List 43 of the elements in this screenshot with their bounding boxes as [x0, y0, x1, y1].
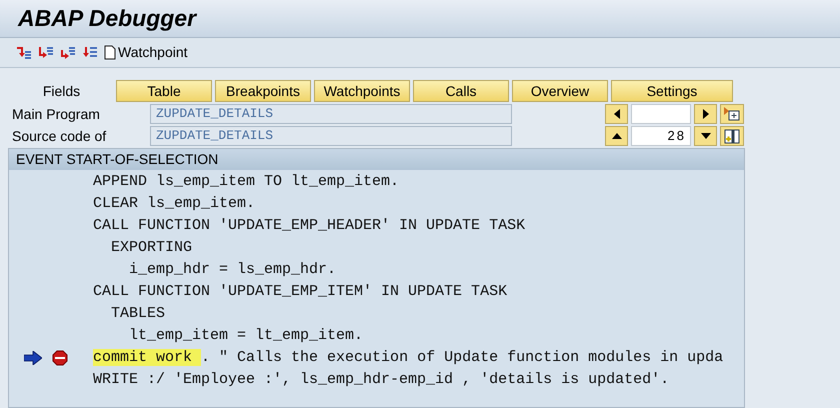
- step-over-icon[interactable]: [38, 46, 53, 60]
- tab[interactable]: Fields: [10, 80, 113, 102]
- split-window-icon: [724, 128, 740, 144]
- code-line: i_emp_hdr = ls_emp_hdr.: [128, 260, 336, 280]
- document-icon: [104, 45, 116, 60]
- code-line: CALL FUNCTION 'UPDATE_EMP_HEADER' IN UPDATE TASK: [93, 216, 526, 236]
- code-line: CALL FUNCTION 'UPDATE_EMP_ITEM' IN UPDATE TASK: [93, 282, 508, 302]
- field-label: Source code of: [11, 126, 108, 146]
- split-button[interactable]: [720, 126, 744, 146]
- up-button[interactable]: [605, 126, 628, 146]
- add-window-icon: [724, 107, 740, 121]
- tab[interactable]: Settings: [611, 80, 733, 102]
- code-line: CLEAR ls_emp_item.: [93, 194, 256, 214]
- tab[interactable]: Breakpoints: [215, 80, 311, 102]
- insert-button[interactable]: [720, 104, 744, 124]
- step-into-icon[interactable]: [16, 46, 31, 60]
- down-button[interactable]: [694, 126, 717, 146]
- code-line: lt_emp_item = lt_emp_item.: [128, 326, 364, 346]
- tab[interactable]: Table: [116, 80, 212, 102]
- line-number-field[interactable]: 28: [631, 126, 691, 146]
- right-arrow-icon: [702, 109, 708, 119]
- tab[interactable]: Overview: [512, 80, 608, 102]
- source-code-field: ZUPDATE_DETAILS: [150, 126, 512, 146]
- next-button[interactable]: [694, 104, 717, 124]
- code-line: TABLES: [110, 304, 166, 324]
- tab[interactable]: Watchpoints: [314, 80, 410, 102]
- event-header: EVENT START-OF-SELECTION: [9, 149, 744, 170]
- code-line: APPEND ls_emp_item TO lt_emp_item.: [93, 172, 400, 192]
- return-icon[interactable]: [60, 46, 75, 60]
- field-label: Main Program: [11, 104, 101, 124]
- up-arrow-icon: [612, 133, 622, 139]
- previous-button[interactable]: [605, 104, 628, 124]
- left-arrow-icon: [614, 109, 620, 119]
- main-program-field: ZUPDATE_DETAILS: [150, 104, 512, 124]
- down-arrow-icon: [700, 133, 710, 139]
- continue-icon[interactable]: [82, 46, 97, 60]
- code-line: EXPORTING: [110, 238, 192, 258]
- window-title: ABAP Debugger: [18, 4, 196, 34]
- code-line: WRITE :/ 'Employee :', ls_emp_hdr-emp_id , 'details is updated'.: [93, 370, 670, 390]
- tab[interactable]: Calls: [413, 80, 509, 102]
- watchpoint-button[interactable]: Watchpoint: [104, 42, 188, 63]
- code-line: commit work . " Calls the execution of Update function modules in upda: [93, 348, 724, 368]
- input-field[interactable]: [631, 104, 691, 124]
